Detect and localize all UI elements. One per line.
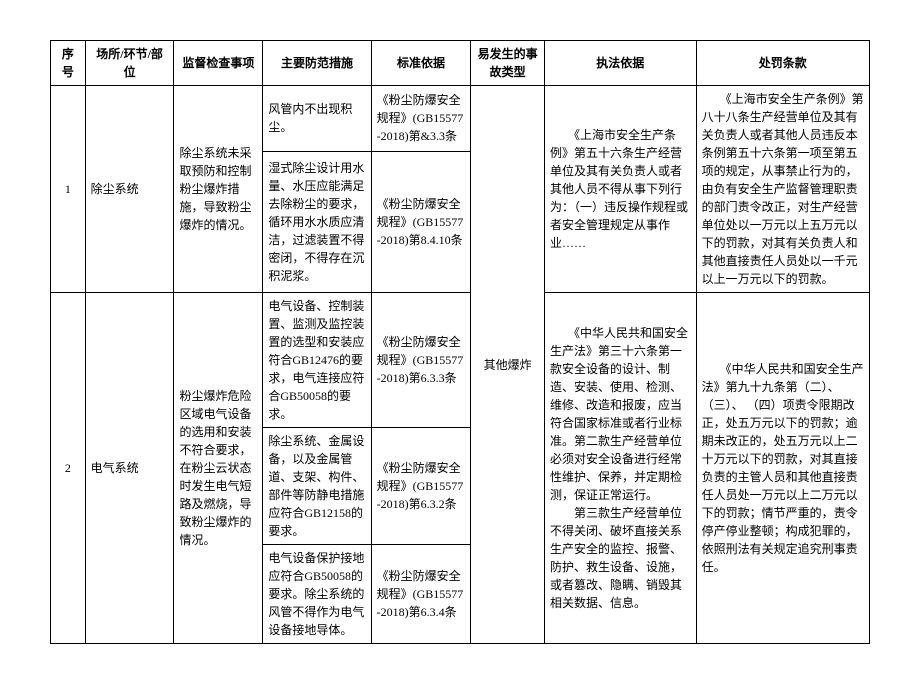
cell-standard: 《粉尘防爆安全规程》(GB15577-2018)第6.3.4条: [371, 545, 471, 644]
cell-law: 《中华人民共和国安全生产法》第三十六条第一款安全设备的设计、制造、安装、使用、检…: [544, 293, 696, 644]
inspection-table: 序号 场所/环节/部位 监督检查事项 主要防范措施 标准依据 易发生的事故类型 …: [50, 40, 870, 644]
cell-inspection: 除尘系统未采取预防和控制粉尘爆炸措施，导致粉尘爆炸的情况。: [174, 86, 263, 293]
cell-measure: 电气设备、控制装置、监测及监控装置的选型和安装应符合GB12476的要求，电气连…: [263, 293, 371, 428]
col-law: 执法依据: [544, 41, 696, 86]
cell-accident-type: 其他爆炸: [471, 86, 545, 644]
cell-measure: 电气设备保护接地应符合GB50058的要求。除尘系统的风管不得作为电气设备接地导…: [263, 545, 371, 644]
cell-standard: 《粉尘防爆安全规程》(GB15577-2018)第8.4.10条: [371, 151, 471, 292]
col-measure: 主要防范措施: [263, 41, 371, 86]
cell-penalty: 《上海市安全生产条例》第八十八条生产经营单位及其有关负责人或者其他人员违反本条例…: [696, 86, 869, 293]
cell-law: 《上海市安全生产条例》第五十六条生产经营单位及其有关负责人或者其他人员不得从事下…: [544, 86, 696, 293]
table-header-row: 序号 场所/环节/部位 监督检查事项 主要防范措施 标准依据 易发生的事故类型 …: [51, 41, 870, 86]
cell-seq: 1: [51, 86, 86, 293]
cell-inspection: 粉尘爆炸危险区域电气设备的选用和安装不符合要求，在粉尘云状态时发生电气短路及燃烧…: [174, 293, 263, 644]
col-seq: 序号: [51, 41, 86, 86]
col-insp: 监督检查事项: [174, 41, 263, 86]
col-type: 易发生的事故类型: [471, 41, 545, 86]
col-penalty: 处罚条款: [696, 41, 869, 86]
cell-standard: 《粉尘防爆安全规程》(GB15577-2018)第&3.3条: [371, 86, 471, 152]
cell-seq: 2: [51, 293, 86, 644]
cell-place: 电气系统: [85, 293, 174, 644]
cell-place: 除尘系统: [85, 86, 174, 293]
table-row: 2 电气系统 粉尘爆炸危险区域电气设备的选用和安装不符合要求，在粉尘云状态时发生…: [51, 293, 870, 428]
cell-penalty: 《中华人民共和国安全生产法》第九十九条第（二）、（三）、 （四）项责令限期改正，…: [696, 293, 869, 644]
col-std: 标准依据: [371, 41, 471, 86]
col-place: 场所/环节/部位: [85, 41, 174, 86]
cell-standard: 《粉尘防爆安全规程》(GB15577-2018)第6.3.3条: [371, 293, 471, 428]
cell-measure: 除尘系统、金属设备，以及金属管道、支架、构件、部件等防静电措施应符合GB1215…: [263, 428, 371, 545]
cell-standard: 《粉尘防爆安全规程》(GB15577-2018)第6.3.2条: [371, 428, 471, 545]
table-row: 1 除尘系统 除尘系统未采取预防和控制粉尘爆炸措施，导致粉尘爆炸的情况。 风管内…: [51, 86, 870, 152]
cell-measure: 湿式除尘设计用水量、水压应能满足去除粉尘的要求，循环用水水质应清洁，过滤装置不得…: [263, 151, 371, 292]
cell-measure: 风管内不出现积尘。: [263, 86, 371, 152]
